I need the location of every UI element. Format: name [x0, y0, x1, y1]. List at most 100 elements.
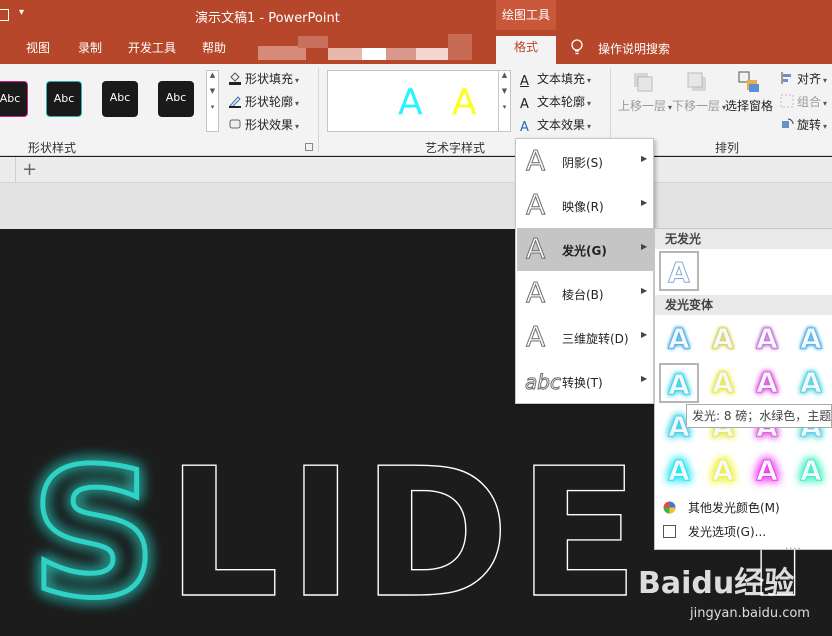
menu-item-glow[interactable]: A 发光(G) ▶: [517, 228, 654, 271]
editor-background: [0, 183, 832, 229]
customize-qat-icon[interactable]: ▾: [19, 7, 24, 18]
bring-forward-button[interactable]: 上移一层 ▾: [618, 70, 672, 114]
ribbon-format: Abc Abc Abc Abc ▲ ▼ ▾ 形状填充 ▾ 形状轮廓 ▾ 形状效果 ▾ 形状…: [0, 64, 832, 199]
menu-item-3d-rotation[interactable]: A 三维旋转(D) ▶: [517, 316, 654, 359]
submenu-arrow-icon: ▶: [641, 154, 648, 163]
glow-variant-option[interactable]: A: [747, 319, 787, 359]
menu-item-shadow[interactable]: A 阴影(S) ▶: [517, 140, 654, 183]
rotate-icon: [782, 118, 794, 128]
wordart-style-cyan[interactable]: A: [398, 82, 423, 123]
glow-variant-option[interactable]: A: [659, 319, 699, 359]
shape-style-gallery-scroll[interactable]: ▲ ▼ ▾: [206, 70, 219, 132]
selection-pane-button[interactable]: 选择窗格: [724, 70, 774, 114]
group-icon: [780, 94, 794, 108]
pencil-icon: [229, 96, 241, 108]
add-section-icon[interactable]: +: [22, 159, 37, 180]
section-tab[interactable]: [0, 157, 16, 183]
text-effects-button[interactable]: A 文本效果 ▾: [520, 116, 591, 135]
transform-icon: abc: [525, 370, 562, 395]
shape-fill-button[interactable]: 形状填充 ▾: [228, 70, 299, 87]
align-button[interactable]: 对齐 ▾: [780, 70, 827, 87]
text-effects-icon: A: [520, 120, 529, 135]
group-label-arrange: 排列: [715, 141, 740, 155]
color-wheel-icon: [663, 501, 676, 514]
dialog-launcher-icon[interactable]: [305, 143, 313, 151]
group-label-shape-styles: 形状样式: [28, 141, 77, 155]
text-fill-icon: A: [520, 74, 529, 89]
tab-record[interactable]: 录制: [78, 39, 102, 56]
shape-style-swatch[interactable]: Abc: [158, 81, 194, 117]
bring-forward-icon: [634, 73, 653, 92]
selection-pane-icon: [738, 71, 759, 92]
menu-item-reflection[interactable]: A 映像(R) ▶: [517, 184, 654, 227]
align-icon: [781, 72, 791, 84]
tab-developer[interactable]: 开发工具: [128, 39, 176, 56]
glow-options[interactable]: 发光选项(G)...: [663, 523, 766, 540]
no-glow-header: 无发光: [655, 229, 832, 249]
wordart-gallery-scroll[interactable]: ▲ ▼ ▾: [498, 70, 511, 132]
paint-bucket-icon: [229, 72, 241, 85]
glow-variants-header: 发光变体: [655, 295, 832, 315]
glow-submenu: 无发光 A 发光变体 AAAAAAAAAAAAAAAA 其他发光颜色(M) 发光…: [654, 228, 832, 552]
glow-variant-option[interactable]: A: [791, 363, 831, 403]
text-outline-button[interactable]: A 文本轮廓 ▾: [520, 93, 591, 112]
submenu-arrow-icon: ▶: [641, 374, 648, 383]
shape-style-swatch[interactable]: Abc: [0, 81, 28, 117]
title-bar: ▾ 演示文稿1 - PowerPoint: [0, 0, 832, 30]
no-glow-option[interactable]: A: [659, 251, 699, 291]
text-effects-menu: A 阴影(S) ▶ A 映像(R) ▶ A 发光(G) ▶ A 棱台(B) ▶ …: [515, 138, 654, 404]
shape-outline-button[interactable]: 形状轮廓 ▾: [228, 93, 299, 110]
tell-me-search[interactable]: 操作说明搜索: [598, 40, 670, 57]
lightbulb-icon: [571, 39, 583, 55]
send-backward-button[interactable]: 下移一层 ▾: [672, 70, 726, 114]
resize-grip-icon[interactable]: ....: [785, 541, 802, 552]
baidu-watermark-url: jingyan.baidu.com: [690, 606, 810, 621]
send-backward-icon: [687, 72, 706, 91]
shadow-icon: A: [525, 144, 546, 178]
glow-variant-option[interactable]: A: [747, 451, 787, 491]
shape-style-swatch[interactable]: Abc: [46, 81, 82, 117]
submenu-arrow-icon: ▶: [641, 242, 648, 251]
ribbon-tabs: 视图 录制 开发工具 帮助 格式 操作说明搜索: [0, 30, 832, 64]
text-outline-icon: A: [520, 97, 529, 112]
group-objects-button[interactable]: 组合 ▾: [780, 93, 827, 110]
glow-variant-option[interactable]: A: [791, 451, 831, 491]
shape-effects-icon: [229, 119, 241, 129]
tab-view[interactable]: 视图: [26, 39, 50, 56]
group-label-wordart-styles: 艺术字样式: [425, 141, 486, 155]
glow-variant-option[interactable]: A: [703, 363, 743, 403]
3d-rotation-icon: A: [525, 320, 546, 354]
blurred-region: [258, 34, 473, 60]
powerpoint-window: ▾ 演示文稿1 - PowerPoint 绘图工具 视图 录制 开发工具 帮助 …: [0, 0, 832, 636]
glow-variant-option[interactable]: A: [703, 319, 743, 359]
glow-icon: A: [525, 232, 546, 266]
more-glow-colors[interactable]: 其他发光颜色(M): [663, 499, 780, 516]
group-separator: [318, 68, 319, 152]
glow-variant-option[interactable]: A: [659, 451, 699, 491]
submenu-arrow-icon: ▶: [641, 198, 648, 207]
bevel-icon: A: [525, 276, 546, 310]
text-fill-button[interactable]: A 文本填充 ▾: [520, 70, 591, 89]
baidu-watermark: Baidu经验: [638, 566, 795, 601]
submenu-arrow-icon: ▶: [641, 286, 648, 295]
submenu-arrow-icon: ▶: [641, 330, 648, 339]
glow-variant-option[interactable]: A: [703, 451, 743, 491]
tab-help[interactable]: 帮助: [202, 39, 226, 56]
glow-variant-option[interactable]: A: [791, 319, 831, 359]
rotate-button[interactable]: 旋转 ▾: [780, 116, 827, 133]
glow-variant-tooltip: 发光: 8 磅；水绿色，主题色: [686, 404, 832, 428]
save-icon[interactable]: [0, 9, 9, 21]
shape-effects-button[interactable]: 形状效果 ▾: [228, 116, 299, 133]
reflection-icon: A: [525, 188, 546, 222]
menu-item-bevel[interactable]: A 棱台(B) ▶: [517, 272, 654, 315]
wordart-style-yellow[interactable]: A: [452, 82, 477, 123]
document-title: 演示文稿1 - PowerPoint: [195, 11, 340, 26]
tab-format[interactable]: 格式: [496, 36, 556, 64]
shape-style-swatch[interactable]: Abc: [102, 81, 138, 117]
slide-text-glow-letter: S: [30, 430, 158, 636]
glow-variant-option[interactable]: A: [747, 363, 787, 403]
section-tab-strip: +: [0, 157, 832, 183]
menu-item-transform[interactable]: abc 转换(T) ▶: [517, 360, 654, 403]
glow-variant-option[interactable]: A: [659, 363, 699, 403]
glow-options-icon: [663, 525, 676, 538]
